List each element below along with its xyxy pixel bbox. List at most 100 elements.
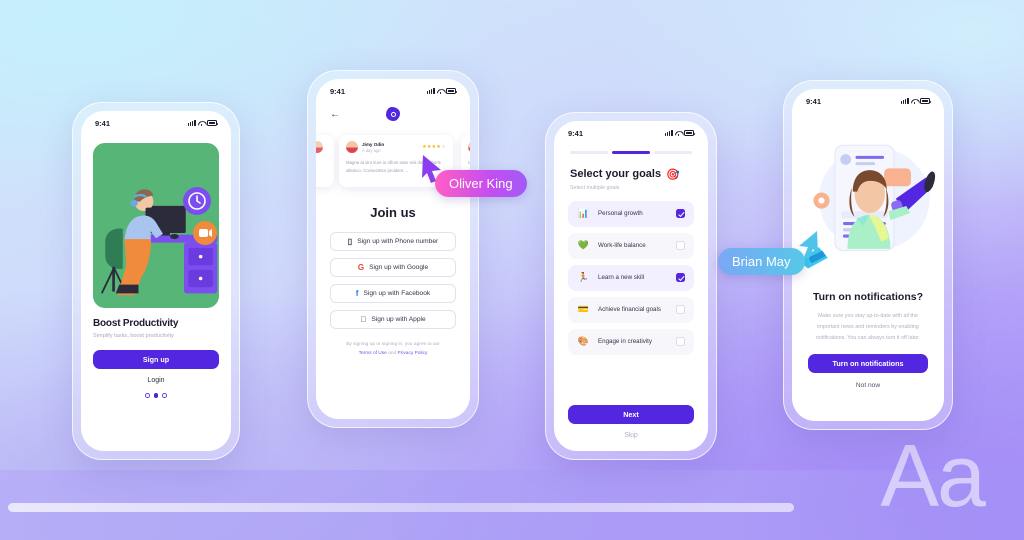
notifications-body: Turn on notifications? Make sure you sta… [792,277,944,389]
pager-dot-1[interactable] [145,393,150,398]
signup-apple-button[interactable]:  Sign up with Apple [330,310,456,329]
review-author: Jimy Odin [362,141,385,147]
goal-item-work-life-balance[interactable]: 💚 Work-life balance [568,232,694,259]
status-bar: 9:41 [81,111,231,131]
signup-phone-label: Sign up with Phone number [357,238,439,245]
video-badge-icon [193,221,217,245]
phone-icon: ▯ [347,237,353,246]
signal-icon [187,120,196,126]
rating-stars: ★★★★★ [422,144,446,150]
wifi-icon [437,89,444,94]
facebook-icon: f [355,289,359,298]
terms-text: By signing up or signing in, you agree t… [316,341,470,359]
wifi-icon [675,131,682,136]
review-card-prev[interactable] [316,135,334,187]
app-logo-icon [386,107,400,121]
page-title: Boost Productivity [93,318,179,329]
page-subtitle: Simplify tasks, boost productivity [93,333,174,339]
goal-label: Personal growth [598,210,643,218]
status-time: 9:41 [806,96,822,106]
status-time: 9:41 [568,128,584,138]
battery-icon [920,98,931,104]
review-time: A day ago [362,147,381,153]
screen-signup: 9:41 ← Jimy Odin A day ago ★★★★★ Magna a… [316,79,470,419]
status-icons [187,120,218,126]
goal-item-creativity[interactable]: 🎨 Engage in creativity [568,328,694,355]
cursor-arrow-icon [798,231,818,259]
terms-and: and [388,350,397,356]
person-at-desk-illustration [93,143,219,308]
aa-typography-mark: Aa [880,425,986,525]
goal-checkbox[interactable] [676,305,685,315]
goal-label: Engage in creativity [598,338,652,346]
goal-checkbox[interactable] [676,241,685,251]
phone-onboarding: 9:41 Boost Productivity Simplify tasks, … [72,102,240,460]
goal-item-learn-new-skill[interactable]: 🏃 Learn a new skill [568,264,694,291]
review-header: Jimy Odin A day ago ★★★★★ [346,141,446,153]
target-emoji-icon: 🎯 [666,168,680,181]
pager-dot-3[interactable] [162,393,167,398]
page-title: Join us [370,205,416,220]
goal-checkbox[interactable] [676,209,685,219]
signup-options: ▯ Sign up with Phone number G Sign up wi… [316,232,470,329]
signup-apple-label: Sign up with Apple [368,316,425,323]
turn-on-notifications-button[interactable]: Turn on notifications [808,354,928,374]
phone-goals: 9:41 Select your goals 🎯 Select multiple… [545,112,717,460]
status-bar: 9:41 [792,89,944,109]
goal-label: Learn a new skill [598,274,645,282]
credit-card-icon: 💳 [577,304,590,315]
status-icons [664,130,695,136]
signal-icon [426,88,435,94]
not-now-link[interactable]: Not now [808,382,928,389]
signal-icon [664,130,673,136]
battery-icon [446,88,457,94]
privacy-policy-link[interactable]: Privacy Policy [398,351,428,356]
bottom-rule-line [8,503,794,512]
phone-signup: 9:41 ← Jimy Odin A day ago ★★★★★ Magna a… [307,70,479,428]
signup-google-label: Sign up with Google [369,264,429,271]
page-title-text: Select your goals [570,168,662,181]
art-palette-icon: 🎨 [577,336,590,347]
goal-label: Achieve financial goals [598,306,661,314]
signup-phone-button[interactable]: ▯ Sign up with Phone number [330,232,456,251]
battery-icon [207,120,218,126]
avatar [468,141,470,153]
signup-facebook-label: Sign up with Facebook [363,290,431,297]
page-title: Turn on notifications? [812,291,924,303]
avatar [316,141,323,153]
goal-checkbox[interactable] [676,273,685,283]
progress-indicator [554,141,708,154]
signup-google-button[interactable]: G Sign up with Google [330,258,456,277]
pager-dot-2[interactable] [153,393,159,398]
status-time: 9:41 [95,118,111,128]
login-link[interactable]: Login [93,377,219,384]
page-title: Select your goals 🎯 [554,154,708,181]
bar-chart-growth-icon: 📊 [577,208,590,219]
terms-prefix: By signing up or signing in, you agree t… [346,342,440,347]
cursor-label: Oliver King [435,170,527,197]
screen-goals: 9:41 Select your goals 🎯 Select multiple… [554,121,708,451]
battery-icon [684,130,695,136]
page-description: Make sure you stay up-to-date with all t… [815,313,921,341]
google-icon: G [357,263,365,272]
sign-up-button[interactable]: Sign up [93,350,219,369]
cursor-brian-may: Brian May [718,231,818,275]
cursor-arrow-icon [422,155,441,183]
status-icons [900,98,931,104]
next-button[interactable]: Next [568,405,694,424]
status-icons [426,88,457,94]
goal-item-financial-goals[interactable]: 💳 Achieve financial goals [568,296,694,323]
terms-of-use-link[interactable]: Terms of Use [359,351,387,356]
avatar [346,141,358,153]
goals-list: 📊 Personal growth 💚 Work-life balance 🏃 … [554,191,708,355]
running-person-icon: 🏃 [577,272,590,283]
goal-checkbox[interactable] [676,337,685,347]
signup-facebook-button[interactable]: f Sign up with Facebook [330,284,456,303]
back-arrow-icon[interactable]: ← [330,109,340,120]
pager-dots[interactable] [93,393,219,398]
skip-link[interactable]: Skip [568,432,694,439]
goals-footer: Next Skip [554,394,708,451]
cursor-oliver-king: Oliver King [422,155,527,197]
onboarding-body: Boost Productivity Simplify tasks, boost… [81,308,231,398]
goal-item-personal-growth[interactable]: 📊 Personal growth [568,200,694,227]
